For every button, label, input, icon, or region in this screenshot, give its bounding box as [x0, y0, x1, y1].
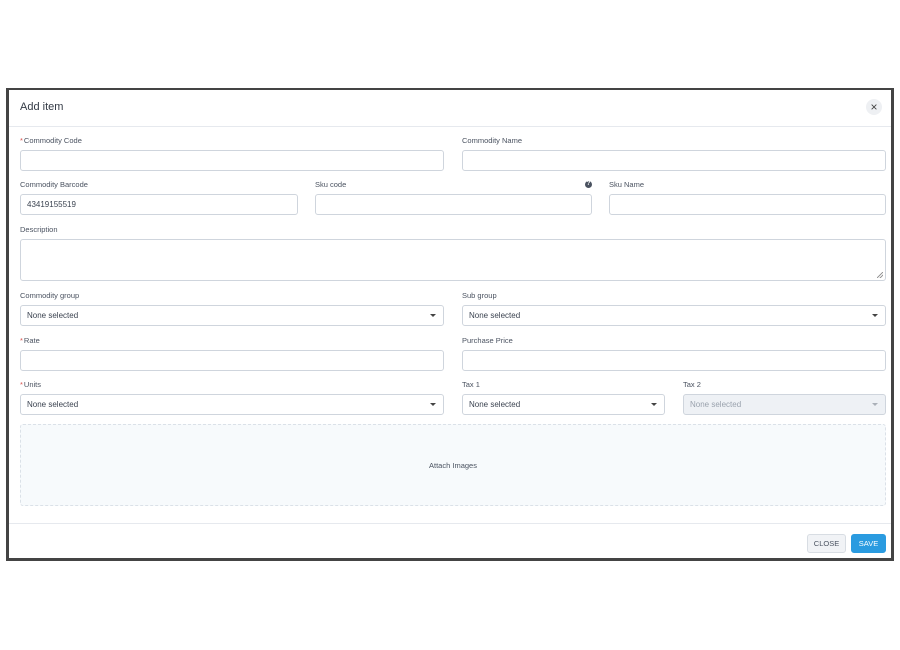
tax2-value: None selected	[690, 400, 742, 409]
commodity-group-select[interactable]: None selected	[20, 305, 444, 326]
rate-input[interactable]	[20, 350, 444, 371]
purchase-price-label: Purchase Price	[462, 336, 513, 345]
sub-group-label: Sub group	[462, 291, 497, 300]
caret-down-icon	[430, 314, 436, 317]
tax2-select: None selected	[683, 394, 886, 415]
units-value: None selected	[27, 400, 79, 409]
units-select[interactable]: None selected	[20, 394, 444, 415]
tax1-value: None selected	[469, 400, 521, 409]
sku-name-label: Sku Name	[609, 180, 645, 189]
dialog-header: Add item ×	[9, 90, 891, 127]
required-marker: *	[20, 380, 23, 389]
resize-handle-icon[interactable]	[877, 272, 883, 278]
units-label: *Units	[20, 380, 42, 389]
caret-down-icon	[651, 403, 657, 406]
tax1-label: Tax 1	[462, 380, 480, 389]
help-icon[interactable]: ?	[585, 181, 592, 188]
attach-images-label: Attach Images	[429, 461, 477, 470]
commodity-barcode-input[interactable]: 43419155519	[20, 194, 298, 215]
add-item-dialog: Add item × *Commodity Code Commodity Nam…	[6, 88, 894, 561]
sub-group-select[interactable]: None selected	[462, 305, 886, 326]
commodity-code-label: *Commodity Code	[20, 136, 82, 145]
caret-down-icon	[872, 403, 878, 406]
sku-name-input[interactable]	[609, 194, 886, 215]
rate-label: *Rate	[20, 336, 40, 345]
save-button[interactable]: SAVE	[851, 534, 886, 553]
tax2-label: Tax 2	[683, 380, 701, 389]
tax1-select[interactable]: None selected	[462, 394, 665, 415]
commodity-group-label: Commodity group	[20, 291, 80, 300]
commodity-group-value: None selected	[27, 311, 79, 320]
description-textarea[interactable]	[20, 239, 886, 281]
close-button[interactable]: CLOSE	[807, 534, 846, 553]
commodity-name-label: Commodity Name	[462, 136, 523, 145]
required-marker: *	[20, 136, 23, 145]
description-label: Description	[20, 225, 58, 234]
caret-down-icon	[430, 403, 436, 406]
sub-group-value: None selected	[469, 311, 521, 320]
sku-code-input[interactable]	[315, 194, 592, 215]
sku-code-label: Sku code	[315, 180, 347, 189]
commodity-barcode-label: Commodity Barcode	[20, 180, 88, 189]
required-marker: *	[20, 336, 23, 345]
dialog-footer: CLOSE SAVE	[9, 523, 891, 562]
caret-down-icon	[872, 314, 878, 317]
commodity-name-input[interactable]	[462, 150, 886, 171]
close-icon[interactable]: ×	[866, 99, 882, 115]
purchase-price-input[interactable]	[462, 350, 886, 371]
attach-images-dropzone[interactable]: Attach Images	[20, 424, 886, 506]
dialog-title: Add item	[20, 101, 64, 113]
commodity-code-input[interactable]	[20, 150, 444, 171]
